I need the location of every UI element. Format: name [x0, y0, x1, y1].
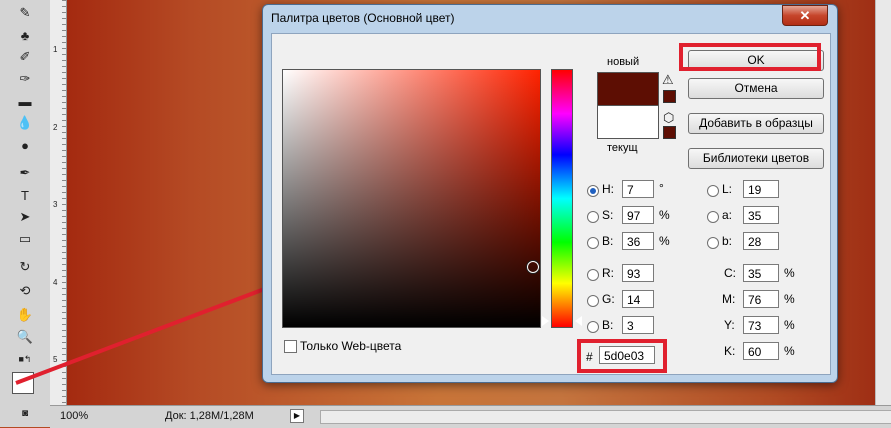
s-unit: %: [659, 208, 670, 222]
radio-a[interactable]: [707, 211, 719, 223]
web-colors-checkbox[interactable]: [284, 340, 297, 353]
l-input[interactable]: 19: [743, 180, 779, 198]
c-unit: %: [784, 266, 795, 280]
m-label: M:: [722, 292, 736, 306]
add-to-swatches-button[interactable]: Добавить в образцы: [688, 113, 824, 134]
c-label: C:: [724, 266, 736, 280]
radio-blue[interactable]: [587, 321, 599, 333]
s-label: S:: [602, 208, 614, 222]
radio-r[interactable]: [587, 269, 599, 281]
s-input[interactable]: 97: [622, 206, 654, 224]
g-input[interactable]: 14: [622, 290, 654, 308]
radio-s[interactable]: [587, 211, 599, 223]
c-input[interactable]: 35: [743, 264, 779, 282]
gamut-swatch[interactable]: [663, 90, 676, 103]
hue-slider-right-handle-icon[interactable]: [575, 316, 582, 326]
radio-g[interactable]: [587, 295, 599, 307]
web-colors-label: Только Web-цвета: [300, 339, 402, 353]
blue-label: B:: [602, 318, 614, 332]
g-label: G:: [602, 292, 615, 306]
cancel-button[interactable]: Отмена: [688, 78, 824, 99]
k-unit: %: [784, 344, 795, 358]
hex-highlight-box: [577, 339, 667, 373]
color-picker-circle[interactable]: [527, 261, 539, 273]
a-label: a:: [722, 208, 733, 222]
web-safe-cube-icon[interactable]: ⬡: [663, 110, 674, 126]
radio-h[interactable]: [587, 185, 599, 197]
current-color-label: текущ: [607, 142, 638, 154]
lab-b-input[interactable]: 28: [743, 232, 779, 250]
m-input[interactable]: 76: [743, 290, 779, 308]
web-safe-swatch[interactable]: [663, 126, 676, 139]
k-input[interactable]: 60: [743, 342, 779, 360]
new-color-label: новый: [607, 56, 640, 68]
y-unit: %: [784, 318, 795, 332]
h-label: H:: [602, 182, 614, 196]
close-button[interactable]: ✕: [782, 5, 828, 26]
h-unit: °: [659, 181, 664, 195]
ok-highlight-box: [679, 43, 821, 71]
k-label: K:: [724, 344, 736, 358]
h-input[interactable]: 7: [622, 180, 654, 198]
l-label: L:: [722, 182, 733, 196]
r-input[interactable]: 93: [622, 264, 654, 282]
current-color-swatch[interactable]: [597, 105, 659, 139]
b-input[interactable]: 36: [622, 232, 654, 250]
b-label: B:: [602, 234, 614, 248]
radio-b[interactable]: [587, 237, 599, 249]
dialog-title: Палитра цветов (Основной цвет): [271, 11, 455, 25]
lab-b-label: b:: [722, 234, 733, 248]
dialog-body: новый текущ ⚠ ⬡ OK Отмена Добавить в обр…: [271, 33, 831, 375]
radio-lab-b[interactable]: [707, 237, 719, 249]
color-field[interactable]: [282, 69, 541, 328]
y-label: Y:: [724, 318, 735, 332]
new-color-swatch: [597, 72, 659, 105]
r-label: R:: [602, 266, 614, 280]
y-input[interactable]: 73: [743, 316, 779, 334]
radio-l[interactable]: [707, 185, 719, 197]
color-libraries-button[interactable]: Библиотеки цветов: [688, 148, 824, 169]
b-unit: %: [659, 234, 670, 248]
blue-input[interactable]: 3: [622, 316, 654, 334]
hue-slider[interactable]: [551, 69, 573, 328]
gamut-warning-icon[interactable]: ⚠: [662, 72, 674, 88]
a-input[interactable]: 35: [743, 206, 779, 224]
hue-slider-left-handle-icon[interactable]: [542, 316, 549, 326]
m-unit: %: [784, 292, 795, 306]
